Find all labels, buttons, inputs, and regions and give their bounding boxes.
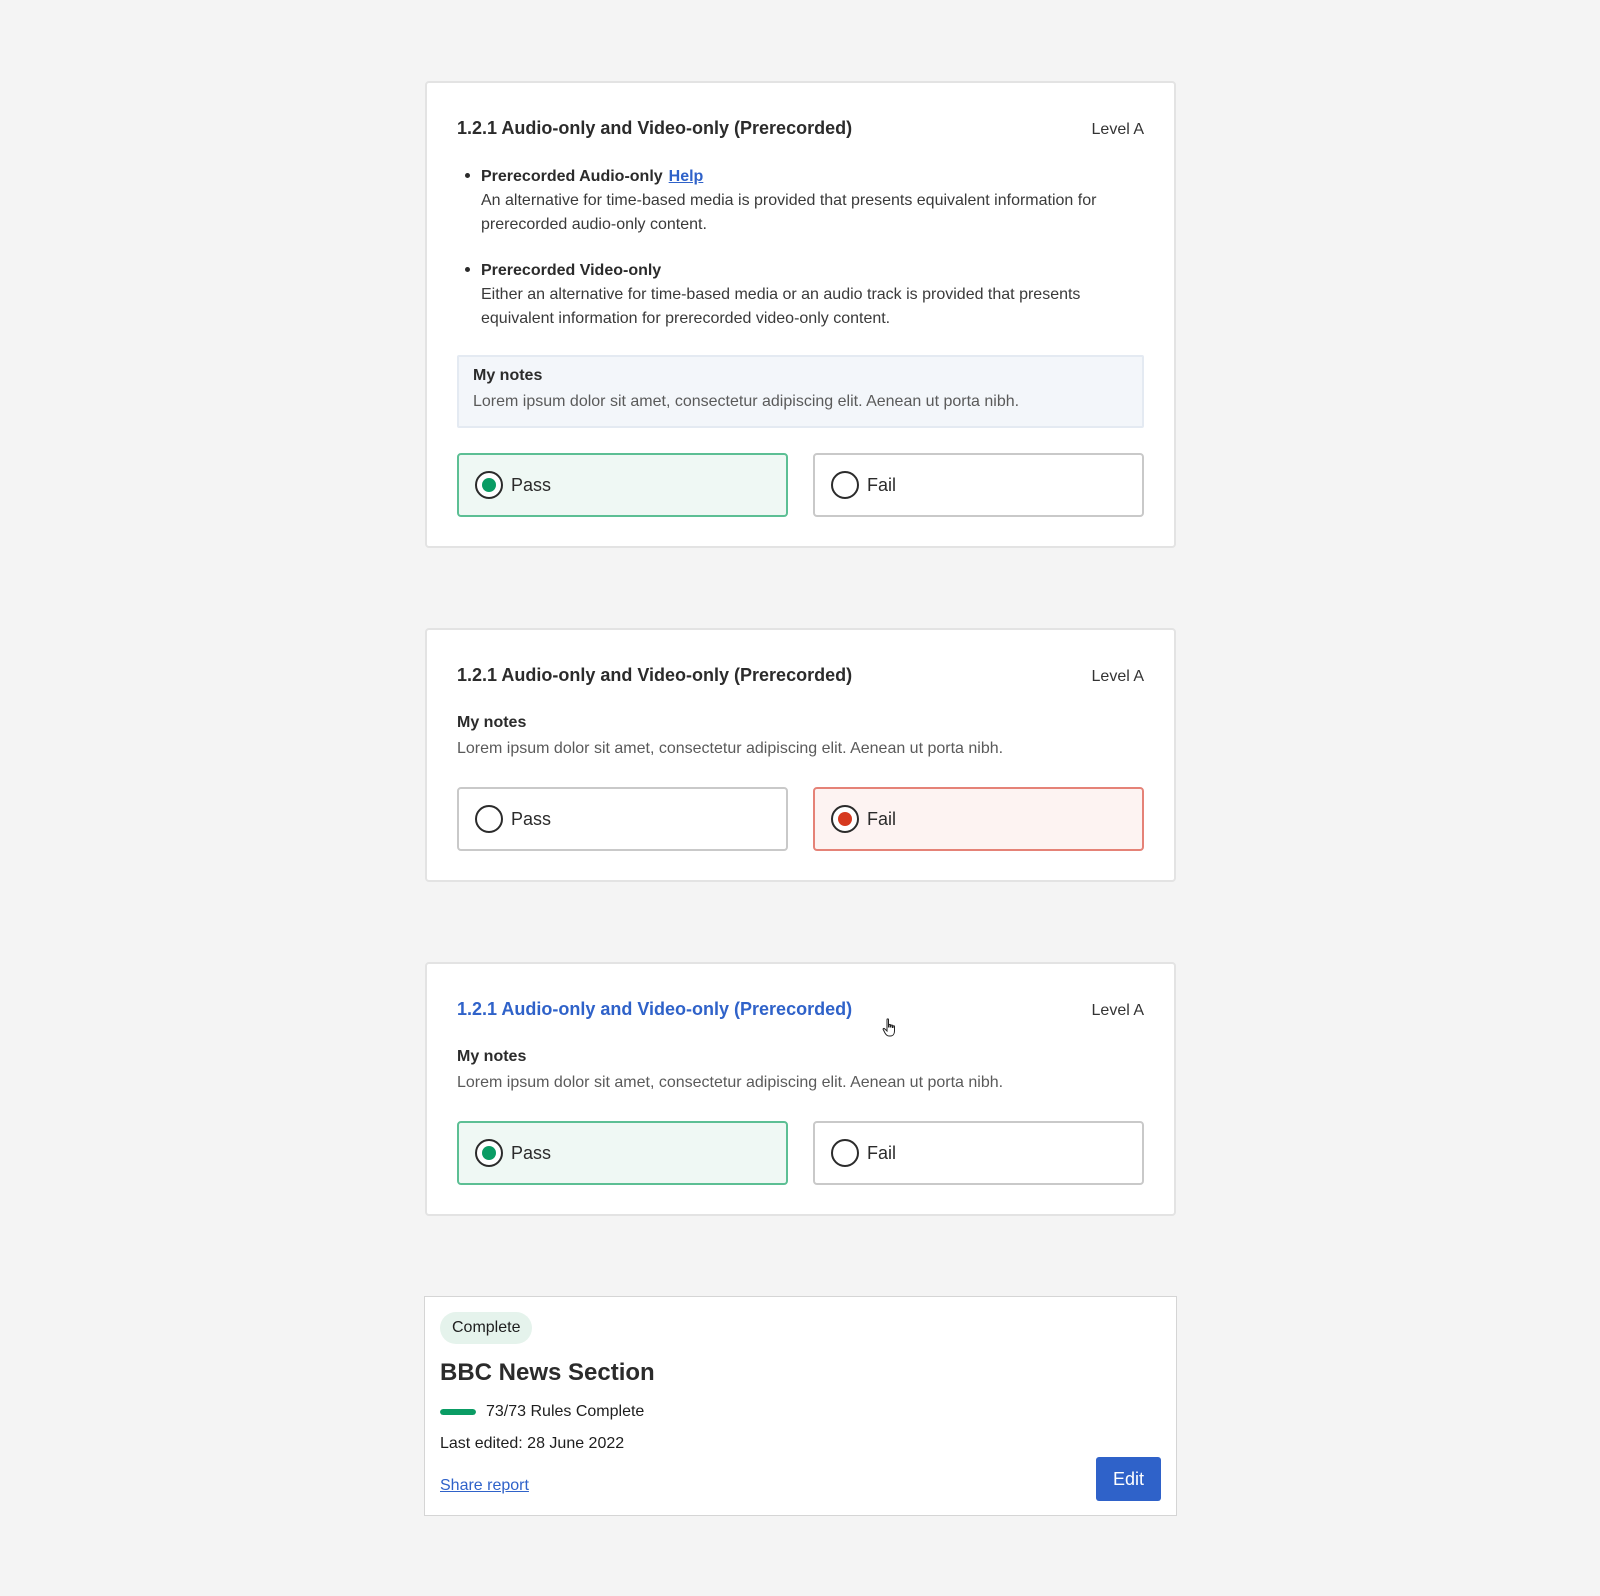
- radio-unselected-icon[interactable]: [831, 1139, 859, 1167]
- radio-unselected-icon[interactable]: [831, 471, 859, 499]
- pass-option[interactable]: Pass: [457, 453, 788, 517]
- radio-selected-icon[interactable]: [475, 1139, 503, 1167]
- last-edited: Last edited: 28 June 2022: [440, 1435, 625, 1452]
- notes-text: Lorem ipsum dolor sit amet, consectetur …: [473, 393, 1020, 410]
- progress-bar: [440, 1409, 476, 1415]
- criterion-title[interactable]: 1.2.1 Audio-only and Video-only (Prereco…: [457, 118, 852, 139]
- bullet-icon: [465, 173, 470, 178]
- progress-bar-fill: [440, 1409, 476, 1415]
- bullet-icon: [465, 267, 470, 272]
- report-title: BBC News Section: [440, 1359, 655, 1386]
- hand-cursor-icon: [882, 1018, 895, 1037]
- progress-text: 73/73 Rules Complete: [486, 1403, 645, 1420]
- notes-text: Lorem ipsum dolor sit amet, consectetur …: [457, 1074, 1004, 1091]
- notes-section: My notes Lorem ipsum dolor sit amet, con…: [457, 1048, 1144, 1092]
- share-report-link[interactable]: Share report: [440, 1477, 529, 1495]
- pass-label: Pass: [511, 808, 552, 829]
- help-link[interactable]: Help: [669, 168, 704, 185]
- fail-option[interactable]: Fail: [813, 787, 1144, 851]
- notes-text: Lorem ipsum dolor sit amet, consectetur …: [457, 740, 1004, 757]
- criterion-title[interactable]: 1.2.1 Audio-only and Video-only (Prereco…: [457, 665, 852, 686]
- criterion-item-description: prerecorded audio-only content.: [481, 216, 707, 233]
- pass-option[interactable]: Pass: [457, 787, 788, 851]
- edit-button[interactable]: Edit: [1096, 1457, 1161, 1501]
- radio-unselected-icon[interactable]: [475, 805, 503, 833]
- radio-selected-icon[interactable]: [831, 805, 859, 833]
- criterion-item-title: Prerecorded Audio-only: [481, 168, 663, 185]
- criterion-item-description: equivalent information for prerecorded v…: [481, 310, 891, 327]
- notes-title: My notes: [473, 367, 543, 384]
- criterion-card: 1.2.1 Audio-only and Video-only (Prereco…: [425, 962, 1176, 1216]
- notes-box: My notes Lorem ipsum dolor sit amet, con…: [457, 355, 1144, 428]
- fail-label: Fail: [867, 1142, 897, 1163]
- notes-section: My notes Lorem ipsum dolor sit amet, con…: [457, 714, 1144, 758]
- success-criteria-list: Prerecorded Audio-only Help An alternativ…: [457, 165, 1144, 353]
- report-summary-card: Complete BBC News Section 73/73 Rules Co…: [424, 1296, 1177, 1516]
- pass-label: Pass: [511, 474, 552, 495]
- progress-row: 73/73 Rules Complete: [440, 1403, 644, 1421]
- fail-option[interactable]: Fail: [813, 453, 1144, 517]
- pass-option[interactable]: Pass: [457, 1121, 788, 1185]
- criterion-title[interactable]: 1.2.1 Audio-only and Video-only (Prereco…: [457, 999, 852, 1020]
- result-choices: Pass Fail: [457, 1121, 1144, 1185]
- fail-label: Fail: [867, 808, 897, 829]
- list-item: Prerecorded Video-only Either an alterna…: [457, 259, 1144, 331]
- result-choices: Pass Fail: [457, 787, 1144, 851]
- criterion-card: 1.2.1 Audio-only and Video-only (Prereco…: [425, 81, 1176, 548]
- fail-label: Fail: [867, 474, 897, 495]
- notes-title: My notes: [457, 714, 527, 731]
- criterion-item-description: An alternative for time-based media is p…: [481, 192, 1097, 209]
- radio-selected-icon[interactable]: [475, 471, 503, 499]
- pass-label: Pass: [511, 1142, 552, 1163]
- criterion-card: 1.2.1 Audio-only and Video-only (Prereco…: [425, 628, 1176, 882]
- fail-option[interactable]: Fail: [813, 1121, 1144, 1185]
- criterion-item-description: Either an alternative for time-based med…: [481, 286, 1081, 303]
- result-choices: Pass Fail: [457, 453, 1144, 517]
- list-item: Prerecorded Audio-only Help An alternativ…: [457, 165, 1144, 237]
- level-label: Level A: [1091, 1002, 1144, 1019]
- level-label: Level A: [1091, 668, 1144, 685]
- criterion-item-title: Prerecorded Video-only: [481, 262, 662, 279]
- notes-title: My notes: [457, 1048, 527, 1065]
- level-label: Level A: [1091, 121, 1144, 138]
- status-badge: Complete: [440, 1312, 533, 1344]
